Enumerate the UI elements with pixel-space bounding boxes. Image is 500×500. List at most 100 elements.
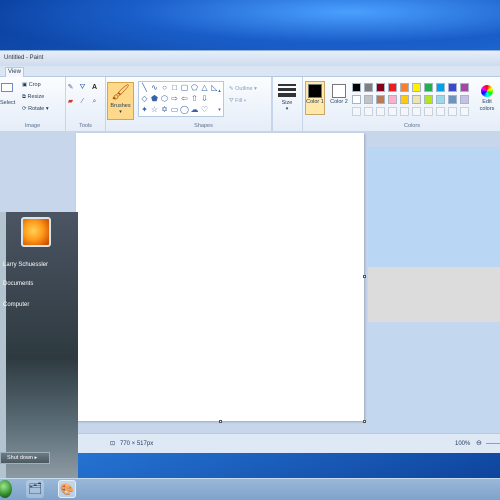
custom-color-slot[interactable] <box>352 107 361 116</box>
color-picker-icon[interactable]: ⁄ <box>78 97 87 106</box>
drawing-canvas[interactable] <box>76 133 364 421</box>
rounded-rect-shape-icon[interactable]: ▢ <box>180 83 189 92</box>
color-swatch[interactable] <box>376 95 385 104</box>
shapes-more-icon[interactable]: ▾ <box>215 106 224 115</box>
canvas-size-icon: ⊡ <box>110 441 116 447</box>
star4-shape-icon[interactable]: ✦ <box>140 105 149 114</box>
custom-color-slot[interactable] <box>400 107 409 116</box>
color-swatch[interactable] <box>352 95 361 104</box>
zoom-out-icon[interactable]: ⊖ <box>476 434 482 454</box>
color-swatch[interactable] <box>400 83 409 92</box>
custom-color-slot[interactable] <box>436 107 445 116</box>
callout-rect-shape-icon[interactable]: ▭ <box>170 105 179 114</box>
rectangle-shape-icon[interactable]: □ <box>170 83 179 92</box>
select-icon <box>1 83 13 92</box>
oval-shape-icon[interactable]: ○ <box>160 83 169 92</box>
shutdown-button[interactable]: Shut down ▸ <box>0 452 50 464</box>
color-swatch[interactable] <box>364 83 373 92</box>
tab-view[interactable]: View <box>5 67 24 77</box>
heart-shape-icon[interactable]: ♡ <box>200 105 209 114</box>
zoom-slider[interactable] <box>486 443 500 444</box>
arrow-up-shape-icon[interactable]: ⇧ <box>190 94 199 103</box>
color-swatch[interactable] <box>424 95 433 104</box>
window-title: Untitled - Paint <box>0 51 500 66</box>
custom-color-slot[interactable] <box>448 107 457 116</box>
polygon-shape-icon[interactable]: ⬠ <box>190 83 199 92</box>
color-swatch[interactable] <box>448 83 457 92</box>
custom-color-slot[interactable] <box>424 107 433 116</box>
arrow-left-shape-icon[interactable]: ⇦ <box>180 94 189 103</box>
eraser-icon[interactable]: ▰ <box>66 97 75 106</box>
image-group-label: Image <box>24 123 41 129</box>
start-menu-documents[interactable]: Documents <box>3 281 33 287</box>
color-swatch[interactable] <box>448 95 457 104</box>
resize-button[interactable]: ⧉ Resize <box>22 93 44 101</box>
custom-color-slot[interactable] <box>460 107 469 116</box>
color-swatch[interactable] <box>436 95 445 104</box>
pentagon-shape-icon[interactable]: ⬟ <box>150 94 159 103</box>
color-swatch[interactable] <box>460 95 469 104</box>
fill-button[interactable]: ⛛ Fill ▾ <box>229 97 246 105</box>
tools-group-label: Tools <box>79 123 92 129</box>
brush-icon: 🖌 <box>110 84 131 101</box>
line-shape-icon[interactable]: ╲ <box>140 83 149 92</box>
fill-bucket-icon[interactable]: ⛛ <box>78 83 87 92</box>
resize-handle-corner[interactable] <box>363 420 366 423</box>
crop-button[interactable]: ▣ Crop <box>22 81 41 89</box>
color-swatch[interactable] <box>436 83 445 92</box>
image-group: Select ▣ Crop ⧉ Resize ⟳ Rotate ▾ Image <box>0 77 66 131</box>
hexagon-shape-icon[interactable]: ⬡ <box>160 94 169 103</box>
magnifier-icon[interactable]: ⌕ <box>90 97 99 106</box>
curve-shape-icon[interactable]: ∿ <box>150 83 159 92</box>
custom-color-slot[interactable] <box>388 107 397 116</box>
brushes-button[interactable]: 🖌 Brushes ▾ <box>107 82 134 120</box>
start-menu: Larry Schuessler Documents Computer Shut… <box>0 212 78 478</box>
start-orb[interactable] <box>0 480 12 498</box>
triangle-shape-icon[interactable]: △ <box>200 83 209 92</box>
color-swatch[interactable] <box>412 83 421 92</box>
color-swatch[interactable] <box>388 83 397 92</box>
ribbon: Select ▣ Crop ⧉ Resize ⟳ Rotate ▾ Image … <box>0 77 500 131</box>
resize-handle-right[interactable] <box>363 275 366 278</box>
star6-shape-icon[interactable]: ✡ <box>160 105 169 114</box>
resize-handle-bottom[interactable] <box>219 420 222 423</box>
color-swatch[interactable] <box>412 95 421 104</box>
windows-explorer-icon[interactable]: 🗂 <box>26 480 44 498</box>
custom-color-slot[interactable] <box>376 107 385 116</box>
outline-button[interactable]: ✎ Outline ▾ <box>229 85 257 93</box>
rotate-button[interactable]: ⟳ Rotate ▾ <box>22 105 49 113</box>
colors-group-label: Colors <box>404 123 420 129</box>
color1-button[interactable]: Color 1 <box>305 81 325 115</box>
arrow-right-shape-icon[interactable]: ⇨ <box>170 94 179 103</box>
start-menu-user-name[interactable]: Larry Schuessler <box>3 262 48 268</box>
cloud-shape-icon[interactable]: ☁ <box>190 105 199 114</box>
custom-color-slot[interactable] <box>412 107 421 116</box>
start-menu-programs-pane <box>0 212 6 478</box>
background-window-panel <box>368 267 500 322</box>
shapes-scroll-icon[interactable]: ▴ <box>215 87 224 96</box>
background-window-panel <box>368 322 500 433</box>
arrow-down-shape-icon[interactable]: ⇩ <box>200 94 209 103</box>
color2-button[interactable]: Color 2 <box>329 81 349 115</box>
diamond-shape-icon[interactable]: ◇ <box>140 94 149 103</box>
color-swatch[interactable] <box>352 83 361 92</box>
color-swatch[interactable] <box>364 95 373 104</box>
color2-swatch <box>332 84 346 98</box>
edit-colors-button[interactable]: Edit colors <box>476 85 498 113</box>
pencil-icon[interactable]: ✎ <box>66 83 75 92</box>
custom-color-slot[interactable] <box>364 107 373 116</box>
star5-shape-icon[interactable]: ☆ <box>150 105 159 114</box>
paint-icon[interactable]: 🎨 <box>58 480 76 498</box>
color-swatch[interactable] <box>424 83 433 92</box>
canvas-dimensions: 770 × 517px <box>120 441 154 447</box>
color-swatch[interactable] <box>388 95 397 104</box>
user-picture[interactable] <box>21 217 51 247</box>
select-button[interactable]: Select <box>0 99 15 107</box>
start-menu-computer[interactable]: Computer <box>3 302 29 308</box>
callout-oval-shape-icon[interactable]: ◯ <box>180 105 189 114</box>
color-swatch[interactable] <box>460 83 469 92</box>
text-tool-icon[interactable]: A <box>90 83 99 92</box>
size-group <box>272 77 303 131</box>
color-swatch[interactable] <box>376 83 385 92</box>
color-swatch[interactable] <box>400 95 409 104</box>
